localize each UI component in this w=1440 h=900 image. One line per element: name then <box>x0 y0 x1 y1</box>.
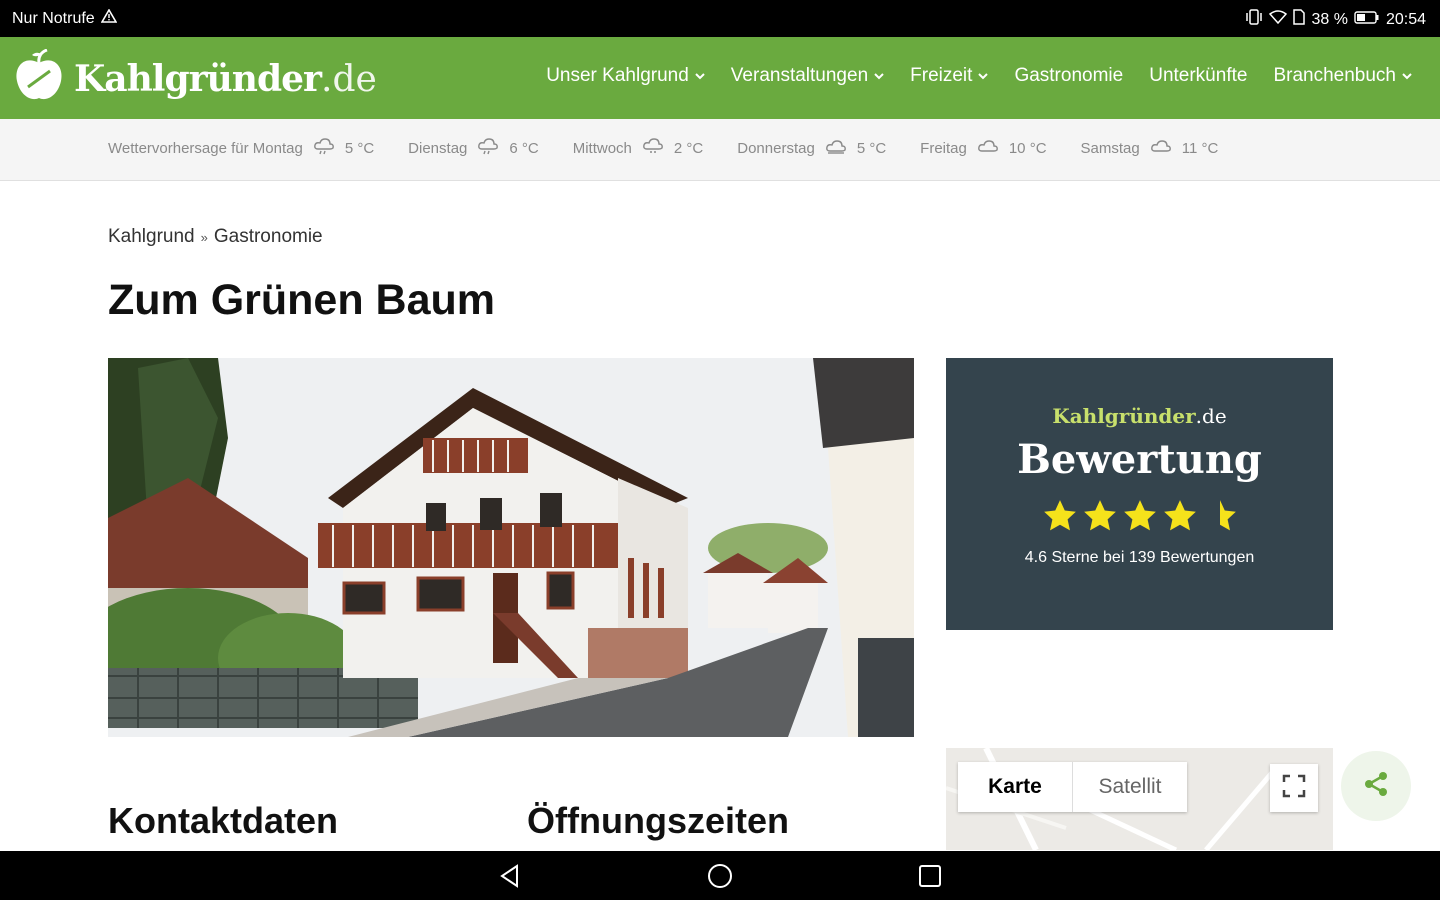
status-bar: Nur Notrufe 38 % 20:54 <box>0 0 1440 37</box>
weather-temp: 5 °C <box>856 139 887 157</box>
apple-logo-icon <box>14 48 64 108</box>
weather-temp: 10 °C <box>1008 139 1047 157</box>
nav-label: Unterkünfte <box>1149 65 1248 86</box>
weather-day-label: Samstag <box>1080 139 1140 157</box>
vibrate-icon <box>1245 9 1263 30</box>
battery-percent: 38 % <box>1311 10 1348 28</box>
share-icon <box>1361 769 1391 804</box>
breadcrumb: Kahlgrund » Gastronomie <box>108 226 323 248</box>
nav-item-unser-kahlgrund[interactable]: Unser Kahlgrund <box>546 65 705 87</box>
weather-day-label: Freitag <box>920 139 967 157</box>
main-nav: Unser Kahlgrund Veranstaltungen Freizeit… <box>546 65 1412 87</box>
restaurant-photo <box>108 358 914 737</box>
star-icon <box>1163 500 1196 531</box>
carrier-text: Nur Notrufe <box>12 9 95 27</box>
contact-heading: Kontaktdaten <box>108 800 339 841</box>
cloud-sun-icon <box>825 137 847 159</box>
rating-card-brand: Kahlgründer.de <box>1052 404 1227 428</box>
rating-heading: Bewertung <box>1017 436 1262 483</box>
rating-card[interactable]: Kahlgründer.de Bewertung 4.6 Sterne bei … <box>946 358 1333 630</box>
nav-label: Gastronomie <box>1014 65 1124 86</box>
chevron-down-icon <box>1402 69 1412 83</box>
rating-summary: 4.6 Sterne bei 139 Bewertungen <box>1024 549 1255 566</box>
nav-item-freizeit[interactable]: Freizeit <box>910 65 989 87</box>
cloud-icon <box>1150 137 1172 159</box>
map-tab-satellit[interactable]: Satellit <box>1072 762 1187 812</box>
weather-day: Dienstag 6 °C <box>408 137 539 159</box>
cloud-rain-icon <box>313 137 335 159</box>
nav-label: Unser Kahlgrund <box>546 65 689 86</box>
chevron-down-icon <box>695 69 705 83</box>
weather-day: Freitag 10 °C <box>920 137 1046 159</box>
weather-forecast-bar: Wettervorhersage für Montag 5 °C Diensta… <box>0 119 1440 181</box>
back-triangle-icon <box>500 864 518 888</box>
home-button[interactable] <box>707 863 733 889</box>
weather-temp: 2 °C <box>673 139 704 157</box>
fullscreen-button[interactable] <box>1270 764 1318 812</box>
weather-temp: 11 °C <box>1181 139 1219 157</box>
star-half-icon <box>1219 500 1236 531</box>
weather-day-label: Dienstag <box>408 139 468 157</box>
weather-day: Wettervorhersage für Montag 5 °C <box>108 137 374 159</box>
wifi-icon <box>1269 10 1288 29</box>
weather-temp: 6 °C <box>509 139 539 157</box>
system-nav-bar <box>0 851 1440 900</box>
site-header: Kahlgründer.de Unser Kahlgrund Veranstal… <box>0 37 1440 119</box>
nav-label: Freizeit <box>910 65 973 86</box>
weather-day: Mittwoch 2 °C <box>572 137 704 159</box>
weather-day-label: Donnerstag <box>737 139 815 157</box>
breadcrumb-separator: » <box>200 229 208 245</box>
weather-temp: 5 °C <box>344 139 375 157</box>
breadcrumb-link-gastronomie[interactable]: Gastronomie <box>214 226 323 248</box>
chevron-down-icon <box>874 69 884 83</box>
nav-item-branchenbuch[interactable]: Branchenbuch <box>1273 65 1412 87</box>
recents-square-icon <box>919 865 941 887</box>
star-icon <box>1083 500 1116 531</box>
logo-tld-text: .de <box>321 58 377 100</box>
nav-label: Veranstaltungen <box>730 65 869 86</box>
star-rating <box>946 497 1333 535</box>
star-icon <box>1043 500 1076 531</box>
back-button[interactable] <box>497 863 523 889</box>
recents-button[interactable] <box>917 863 943 889</box>
logo-brand-text: Kahlgründer <box>74 57 322 100</box>
clock-time: 20:54 <box>1385 10 1426 28</box>
page-title: Zum Grünen Baum <box>108 276 496 324</box>
breadcrumb-link-kahlgrund[interactable]: Kahlgrund <box>108 226 195 248</box>
nav-item-veranstaltungen[interactable]: Veranstaltungen <box>731 65 884 87</box>
fullscreen-icon <box>1282 774 1306 803</box>
opening-hours-heading: Öffnungszeiten <box>527 800 789 841</box>
share-button[interactable] <box>1341 751 1411 821</box>
battery-icon <box>1354 10 1380 29</box>
cloud-snow-icon <box>642 137 664 159</box>
weather-day: Donnerstag 5 °C <box>737 137 886 159</box>
weather-day: Samstag 11 °C <box>1081 137 1219 159</box>
nav-item-unterkuenfte[interactable]: Unterkünfte <box>1149 65 1247 87</box>
cloud-icon <box>977 137 999 159</box>
map-type-tabs: Karte Satellit <box>958 762 1187 812</box>
chevron-down-icon <box>978 69 989 83</box>
warning-icon <box>100 8 118 28</box>
weather-day-label: Mittwoch <box>572 139 632 157</box>
cloud-rain-icon <box>477 137 499 159</box>
nav-item-gastronomie[interactable]: Gastronomie <box>1014 65 1123 87</box>
star-icon <box>1123 500 1156 531</box>
home-circle-icon <box>708 864 732 888</box>
sim-icon <box>1293 9 1306 30</box>
map-tab-karte[interactable]: Karte <box>958 762 1072 812</box>
weather-day-label: Wettervorhersage für Montag <box>108 139 303 157</box>
site-logo[interactable]: Kahlgründer.de <box>14 48 377 108</box>
nav-label: Branchenbuch <box>1273 65 1396 86</box>
